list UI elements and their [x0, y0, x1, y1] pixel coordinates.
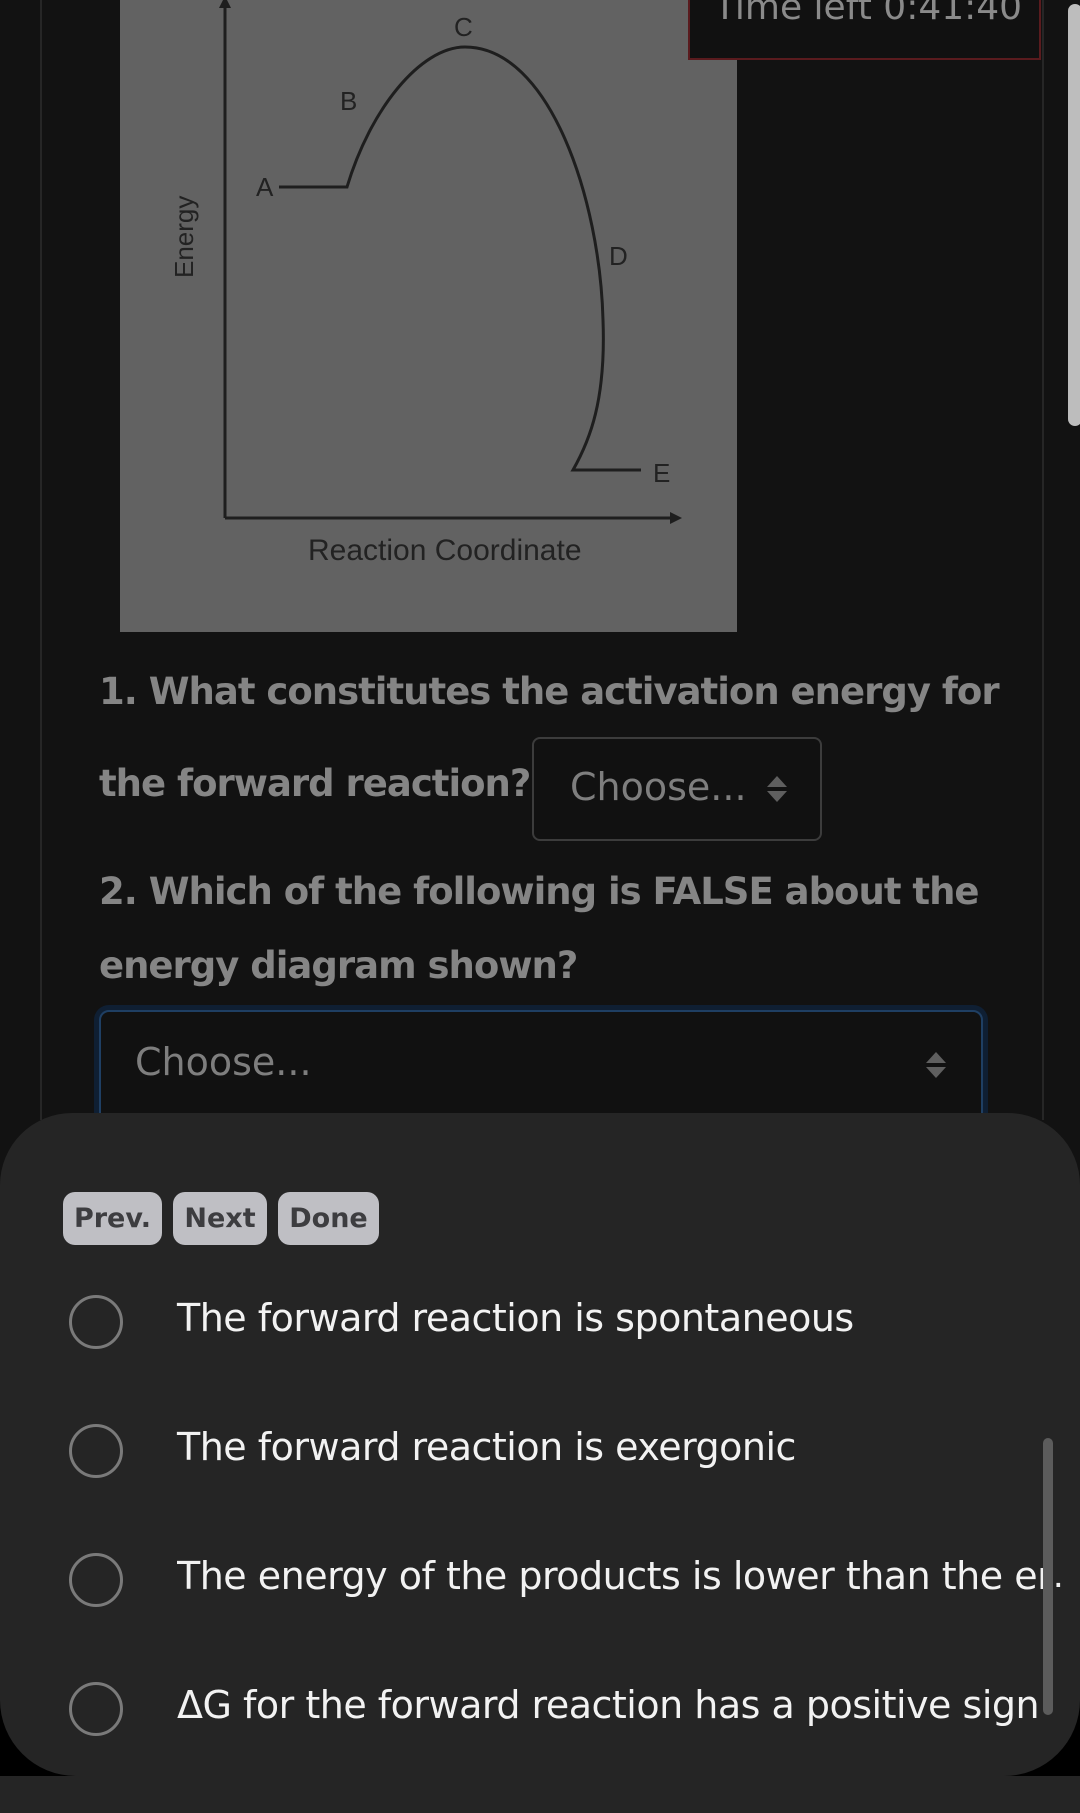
point-label-b: B: [340, 86, 357, 116]
point-label-c: C: [454, 12, 473, 42]
question-1-number: 1.: [99, 670, 138, 713]
option-label: The forward reaction is spontaneous: [177, 1296, 854, 1340]
picker-scrollbar[interactable]: [1043, 1438, 1053, 1715]
screen-corner-bottom-left: [0, 1700, 80, 1776]
question-1-text: What constitutes the activation energy f…: [148, 670, 1000, 713]
next-button[interactable]: Next: [173, 1192, 267, 1245]
question-2-line-1: 2. Which of the following is FALSE about…: [99, 870, 980, 913]
select-updown-icon: [767, 776, 787, 804]
done-button[interactable]: Done: [278, 1192, 379, 1245]
radio-unchecked-icon[interactable]: [69, 1553, 123, 1607]
question-2-text: Which of the following is FALSE about th…: [148, 870, 980, 913]
option-label: The forward reaction is exergonic: [177, 1425, 796, 1469]
question-2-line-2: energy diagram shown?: [99, 944, 578, 987]
energy-diagram-figure: A B C D E Reaction Coordinate Energy: [120, 0, 737, 632]
select-updown-icon: [926, 1052, 946, 1080]
radio-unchecked-icon[interactable]: [69, 1295, 123, 1349]
screen-corner-bottom-right: [1000, 1700, 1080, 1776]
option-label: The energy of the products is lower than…: [177, 1554, 1045, 1598]
x-axis-label: Reaction Coordinate: [308, 534, 582, 567]
content-border-left: [40, 0, 42, 1120]
question-2-select-value: Choose...: [135, 1040, 312, 1084]
time-left-banner: Time left 0:41:40: [688, 0, 1041, 60]
option-label-ellipsis: .: [1053, 1554, 1064, 1596]
option-item[interactable]: The forward reaction is spontaneous: [0, 1270, 1080, 1370]
y-axis-arrow: [219, 0, 231, 8]
question-1-line-2: the forward reaction?: [99, 762, 531, 805]
question-1-select[interactable]: Choose...: [532, 737, 822, 841]
question-1-select-value: Choose...: [570, 765, 747, 809]
question-2-number: 2.: [99, 870, 138, 913]
option-item[interactable]: ΔG for the forward reaction has a positi…: [0, 1657, 1080, 1757]
energy-diagram-svg: A B C D E Reaction Coordinate Energy: [169, 0, 682, 567]
time-left-text: Time left 0:41:40: [714, 0, 1023, 28]
point-label-d: D: [609, 241, 628, 271]
option-item[interactable]: The forward reaction is exergonic: [0, 1399, 1080, 1499]
point-label-a: A: [256, 172, 274, 202]
point-label-e: E: [653, 458, 670, 488]
question-1-line-1: 1. What constitutes the activation energ…: [99, 670, 1000, 713]
x-axis-arrow: [670, 512, 682, 524]
y-axis-label: Energy: [169, 196, 199, 278]
content-border-right: [1042, 0, 1044, 1120]
option-item[interactable]: The energy of the products is lower than…: [0, 1528, 1080, 1628]
energy-curve: [279, 45, 641, 472]
radio-unchecked-icon[interactable]: [69, 1424, 123, 1478]
page-scrollbar[interactable]: [1068, 4, 1080, 426]
prev-button[interactable]: Prev.: [63, 1192, 162, 1245]
option-label: ΔG for the forward reaction has a positi…: [177, 1683, 1040, 1727]
